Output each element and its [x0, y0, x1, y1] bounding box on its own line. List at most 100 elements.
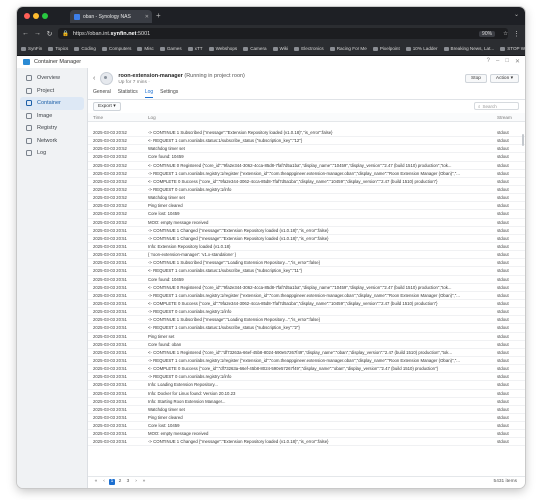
zoom-level[interactable]: 90% [479, 30, 496, 37]
table-row[interactable]: 2025-03-03 20:51 <- COMPLETE 0 Success {"… [88, 365, 525, 374]
bookmark-item[interactable]: Webshops [208, 46, 237, 51]
table-row[interactable]: 2025-03-03 20:51 Info: Starting Roon Exte… [88, 398, 525, 406]
new-tab-icon[interactable]: + [156, 11, 161, 20]
table-row[interactable]: 2025-03-03 20:51 -> REQUEST 1 com.roonlab… [88, 357, 525, 366]
table-row[interactable]: 2025-03-03 20:51 Core found: oban stdout [88, 341, 525, 349]
table-row[interactable]: 2025-03-03 20:52 Ping timer cleared stdout [88, 202, 525, 211]
address-bar[interactable]: 🔒 https://oban.int.synfin.net:5001 90% ☆ [58, 28, 508, 39]
table-row[interactable]: 2025-03-03 20:51 -> REQUEST 0 com.roonlab… [88, 373, 525, 382]
bookmark-item[interactable]: Pixelpoint [372, 46, 400, 51]
maximize-icon[interactable]: □ [505, 58, 509, 65]
bookmark-item[interactable]: xTT [187, 46, 203, 51]
table-row[interactable]: 2025-03-03 20:51 <- COMPLETE 0 Success {"… [88, 300, 525, 309]
sidebar-item-overview[interactable]: Overview [20, 72, 84, 85]
page-2-button[interactable]: 2 [117, 479, 123, 485]
reload-icon[interactable]: ↻ [46, 30, 53, 38]
table-row[interactable]: 2025-03-03 20:51 -> CONTINUE 1 Changed {"… [88, 235, 525, 243]
sidebar-item-network[interactable]: Network [20, 135, 84, 148]
sidebar-item-log[interactable]: Log [20, 147, 84, 160]
table-row[interactable]: 2025-03-03 20:52 <- CONTINUE 0 Registered… [88, 162, 525, 170]
bookmark-item[interactable]: Computers [101, 46, 131, 51]
column-header-time[interactable]: Time [88, 115, 148, 120]
bookmark-item[interactable]: Camera [243, 46, 267, 51]
bookmark-item[interactable]: Topics [48, 46, 68, 51]
action-button[interactable]: Action ▾ [489, 74, 519, 83]
bookmark-item[interactable]: Games [159, 46, 182, 51]
table-row[interactable]: 2025-03-03 20:51 Core lost: 10459 stdout [88, 422, 525, 431]
table-row[interactable]: 2025-03-03 20:51 Info: Extension Reposito… [88, 243, 525, 252]
tab-statistics[interactable]: Statistics [118, 89, 138, 97]
maximize-window-button[interactable] [42, 13, 48, 19]
bookmark-item[interactable]: Racing For Me [329, 46, 367, 51]
table-row[interactable]: 2025-03-03 20:51 <- REQUEST 1 com.roonlab… [88, 267, 525, 276]
bookmark-item[interactable]: SynFin [21, 46, 42, 51]
table-row[interactable]: 2025-03-03 20:51 Ping timer cleared stdout [88, 414, 525, 423]
page-3-button[interactable]: 3 [125, 479, 131, 485]
table-row[interactable]: 2025-03-03 20:51 <- CONTINUE 1 Registered… [88, 349, 525, 357]
table-row[interactable]: 2025-03-03 20:52 Watchdog timer set stdout [88, 194, 525, 203]
table-row[interactable]: 2025-03-03 20:51 -> CONTINUE 1 Changed {"… [88, 438, 525, 447]
bookmark-item[interactable]: Wiki [272, 46, 288, 51]
page-1-button[interactable]: 1 [109, 478, 115, 485]
table-row[interactable]: 2025-03-03 20:52 Core found: 10459 stdout [88, 153, 525, 162]
browser-tab[interactable]: oban - Synology NAS ✕ [70, 10, 152, 23]
forward-arrow-icon[interactable]: → [34, 30, 41, 37]
table-row[interactable]: 2025-03-03 20:51 Core found: 10459 stdout [88, 276, 525, 284]
prev-page-button[interactable]: ‹ [101, 479, 107, 485]
first-page-button[interactable]: « [93, 479, 99, 485]
table-row[interactable]: 2025-03-03 20:51 Info: Docker for Linux f… [88, 390, 525, 398]
export-button[interactable]: Export ▾ [93, 102, 121, 111]
table-row[interactable]: 2025-03-03 20:51 -> CONTINUE 1 Changed {"… [88, 227, 525, 235]
bookmark-item[interactable]: STOP Wasting Mon... [500, 46, 525, 51]
back-icon[interactable]: ‹ [93, 75, 95, 82]
bookmark-item[interactable]: 10% Ladder [405, 46, 438, 51]
bookmark-item[interactable]: Coding [74, 46, 96, 51]
table-row[interactable]: 2025-03-03 20:52 Core lost: 10459 stdout [88, 210, 525, 219]
table-row[interactable]: 2025-03-03 20:51 -> CONTINUE 1 Subscribed… [88, 316, 525, 325]
tab-log[interactable]: Log [144, 89, 154, 98]
back-arrow-icon[interactable]: ← [22, 30, 29, 37]
tab-general[interactable]: General [93, 89, 111, 97]
table-row[interactable]: 2025-03-03 20:52 <- REQUEST 1 com.roonlab… [88, 137, 525, 146]
table-row[interactable]: 2025-03-03 20:51 -> REQUEST 1 com.roonlab… [88, 292, 525, 300]
table-row[interactable]: 2025-03-03 20:51 Info: Loading Extension … [88, 381, 525, 390]
sidebar-item-container[interactable]: Container [20, 97, 84, 110]
bookmark-item[interactable]: Misc [137, 46, 154, 51]
extensions-icon[interactable]: ⋮ [513, 30, 520, 38]
table-row[interactable]: 2025-03-03 20:51 <- CONTINUE 0 Registered… [88, 284, 525, 292]
bookmark-item[interactable]: Breaking News, Lat... [443, 46, 494, 51]
tab-settings[interactable]: Settings [160, 89, 178, 97]
next-page-button[interactable]: › [133, 479, 139, 485]
table-row[interactable]: 2025-03-03 20:51 <- REQUEST 1 com.roonlab… [88, 324, 525, 333]
table-row[interactable]: 2025-03-03 20:52 Watchdog timer set stdout [88, 145, 525, 154]
table-row[interactable]: 2025-03-03 20:52 -> REQUEST 0 com.roonlab… [88, 186, 525, 195]
minimize-window-button[interactable] [33, 13, 39, 19]
table-row[interactable]: 2025-03-03 20:52 -> REQUEST 1 com.roonlab… [88, 170, 525, 178]
close-tab-icon[interactable]: ✕ [145, 14, 149, 20]
sidebar-item-image[interactable]: Image [20, 110, 84, 123]
table-row[interactable]: 2025-03-03 20:51 Ping timer set stdout [88, 333, 525, 341]
table-row[interactable]: 2025-03-03 20:51 -> REQUEST 0 com.roonlab… [88, 308, 525, 317]
tab-list-chevron-icon[interactable]: ⌄ [514, 11, 519, 18]
table-row[interactable]: 2025-03-03 20:51 -> CONTINUE 1 Subscribed… [88, 259, 525, 268]
table-row[interactable]: 2025-03-03 20:52 -> CONTINUE 1 Subscribed… [88, 129, 525, 138]
help-icon[interactable]: ? [487, 58, 490, 65]
table-row[interactable]: 2025-03-03 20:51 { 'roon-extension-manage… [88, 251, 525, 260]
minimize-icon[interactable]: – [496, 58, 499, 65]
last-page-button[interactable]: » [141, 479, 147, 485]
close-window-button[interactable] [24, 13, 30, 19]
bookmark-star-icon[interactable]: ☆ [503, 31, 508, 37]
table-row[interactable]: 2025-03-03 20:52 MOO: empty message recei… [88, 219, 525, 227]
log-scrollbar[interactable] [522, 134, 524, 146]
table-row[interactable]: 2025-03-03 20:51 Watchdog timer set stdout [88, 406, 525, 414]
search-input[interactable]: ⌕ Search [474, 102, 519, 110]
stop-button[interactable]: Stop [465, 74, 487, 83]
sidebar-item-project[interactable]: Project [20, 85, 84, 98]
sidebar-item-registry[interactable]: Registry [20, 122, 84, 135]
table-row[interactable]: 2025-03-03 20:52 <- COMPLETE 0 Success {"… [88, 178, 525, 186]
column-header-log[interactable]: Log [148, 115, 497, 120]
column-header-stream[interactable]: Stream [497, 115, 525, 120]
table-row[interactable]: 2025-03-03 20:51 MOO: empty message recei… [88, 430, 525, 439]
close-icon[interactable]: ✕ [515, 58, 520, 65]
bookmark-item[interactable]: Electronics [294, 46, 324, 51]
